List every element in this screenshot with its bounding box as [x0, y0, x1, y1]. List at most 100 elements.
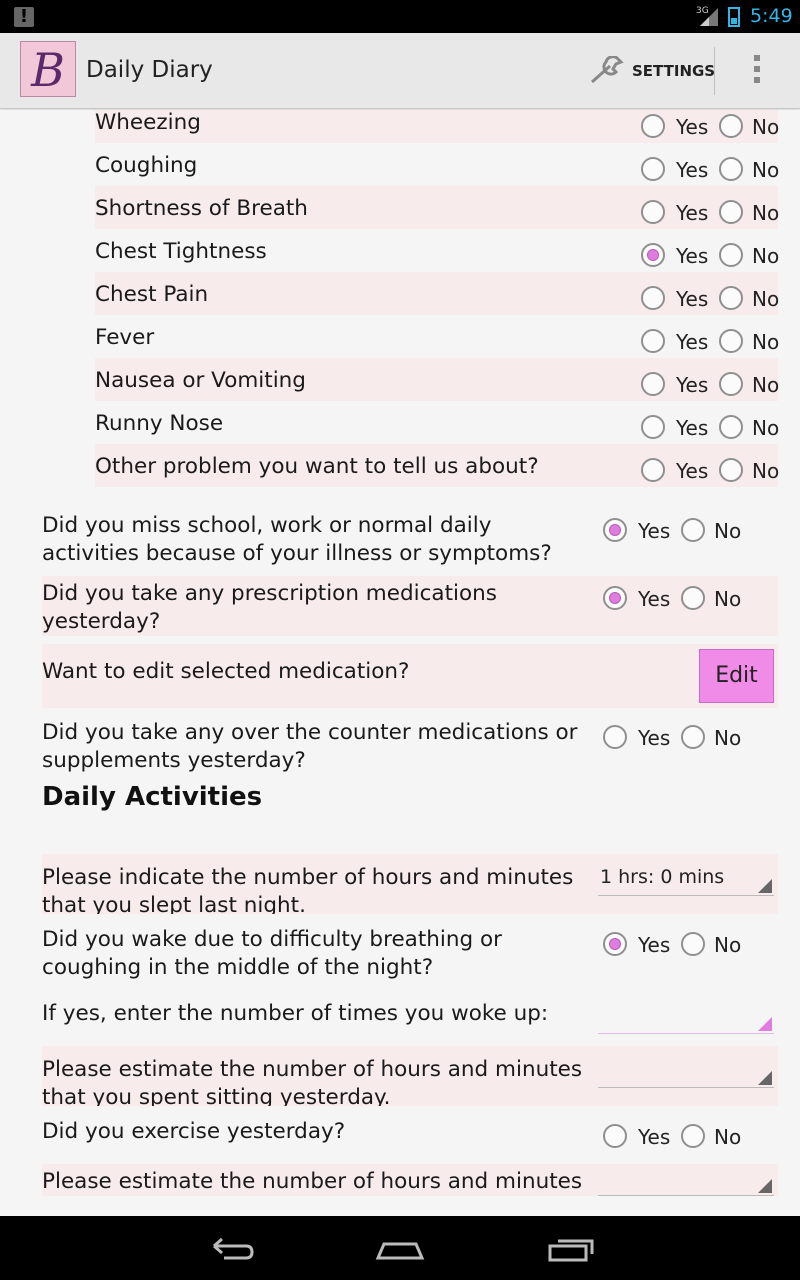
symptom-label: Fever [95, 325, 155, 350]
home-icon[interactable] [374, 1234, 426, 1264]
symptom-yes-radio[interactable] [641, 243, 665, 267]
wake-no-label: No [714, 933, 742, 957]
spinner-arrow-icon [758, 1179, 772, 1193]
back-icon[interactable] [206, 1234, 254, 1264]
sitting-duration-spinner[interactable] [598, 1050, 774, 1088]
miss-school-no-radio[interactable] [681, 518, 705, 542]
settings-button[interactable]: SETTINGS [588, 55, 715, 87]
symptom-no-label: No [752, 158, 780, 182]
symptom-yes-label: Yes [676, 158, 709, 182]
symptom-label: Nausea or Vomiting [95, 368, 306, 393]
sleep-duration-value: 1 hrs: 0 mins [600, 866, 725, 888]
symptom-yes-label: Yes [676, 330, 709, 354]
wake-yes-radio[interactable] [603, 932, 627, 956]
symptom-yes-label: Yes [676, 201, 709, 225]
otc-no-label: No [714, 726, 742, 750]
symptom-no-label: No [752, 201, 780, 225]
symptom-no-radio[interactable] [719, 243, 743, 267]
wake-times-input[interactable] [598, 996, 774, 1034]
symptom-yes-radio[interactable] [641, 372, 665, 396]
app-title: Daily Diary [86, 57, 213, 83]
action-bar: B Daily Diary SETTINGS [0, 33, 800, 109]
symptom-yes-label: Yes [676, 416, 709, 440]
symptom-yes-label: Yes [676, 459, 709, 483]
wake-times-question: If yes, enter the number of times you wo… [42, 1001, 549, 1026]
app-logo-icon[interactable]: B [20, 41, 76, 97]
symptom-no-radio[interactable] [719, 329, 743, 353]
miss-school-yes-radio[interactable] [603, 518, 627, 542]
symptom-no-radio[interactable] [719, 286, 743, 310]
symptom-no-label: No [752, 287, 780, 311]
symptom-no-label: No [752, 330, 780, 354]
symptom-no-radio[interactable] [719, 200, 743, 224]
symptom-label: Runny Nose [95, 411, 224, 436]
symptom-no-label: No [752, 373, 780, 397]
exercise-yes-label: Yes [638, 1125, 671, 1149]
sleep-duration-spinner[interactable]: 1 hrs: 0 mins [598, 858, 774, 896]
symptom-yes-radio[interactable] [641, 329, 665, 353]
symptom-no-radio[interactable] [719, 157, 743, 181]
symptom-yes-label: Yes [676, 115, 709, 139]
symptom-label: Coughing [95, 153, 198, 178]
symptom-yes-radio[interactable] [641, 415, 665, 439]
symptom-no-radio[interactable] [719, 415, 743, 439]
symptom-no-radio[interactable] [719, 372, 743, 396]
otc-yes-label: Yes [638, 726, 671, 750]
prescription-yes-radio[interactable] [603, 586, 627, 610]
symptom-yes-label: Yes [676, 373, 709, 397]
miss-school-no-label: No [714, 519, 742, 543]
wrench-icon [591, 56, 624, 84]
wake-question: Did you wake due to difficulty breathing… [42, 927, 502, 980]
daily-activities-heading: Daily Activities [42, 782, 263, 812]
input-corner-icon [758, 1017, 772, 1031]
exercise-yes-radio[interactable] [603, 1124, 627, 1148]
symptom-yes-radio[interactable] [641, 200, 665, 224]
edit-medication-question: Want to edit selected medication? [42, 659, 410, 684]
settings-label: SETTINGS [632, 62, 716, 80]
symptom-no-label: No [752, 459, 780, 483]
symptom-no-radio[interactable] [719, 458, 743, 482]
symptom-yes-radio[interactable] [641, 286, 665, 310]
symptom-no-radio[interactable] [719, 114, 743, 138]
overflow-menu-icon[interactable] [752, 55, 762, 87]
battery-icon [728, 7, 740, 27]
exercise-no-radio[interactable] [681, 1124, 705, 1148]
otc-question: Did you take any over the counter medica… [42, 720, 578, 773]
symptom-yes-label: Yes [676, 287, 709, 311]
prescription-yes-label: Yes [638, 587, 671, 611]
symptom-yes-radio[interactable] [641, 157, 665, 181]
symptom-label: Chest Pain [95, 282, 209, 307]
wake-no-radio[interactable] [681, 932, 705, 956]
navigation-bar [0, 1216, 800, 1280]
notification-alert-icon: ! [14, 7, 34, 27]
status-bar: ! 3G 5:49 [0, 0, 800, 33]
exercise-question: Did you exercise yesterday? [42, 1119, 346, 1144]
miss-school-yes-label: Yes [638, 519, 671, 543]
otc-no-radio[interactable] [681, 725, 705, 749]
exercise-no-label: No [714, 1125, 742, 1149]
symptom-label: Other problem you want to tell us about? [95, 454, 539, 479]
diary-form[interactable]: Wheezing Yes No Coughing Yes No Shortness of B… [0, 110, 800, 1216]
spinner-arrow-icon [758, 879, 772, 893]
signal-icon [700, 8, 718, 26]
symptom-yes-label: Yes [676, 244, 709, 268]
spinner-arrow-icon [758, 1071, 772, 1085]
symptom-label: Wheezing [95, 110, 201, 135]
symptom-yes-radio[interactable] [641, 114, 665, 138]
prescription-no-label: No [714, 587, 742, 611]
sitting-question: Please estimate the number of hours and … [42, 1057, 583, 1106]
exercise-time-question: Please estimate the number of hours and … [42, 1169, 583, 1194]
prescription-question: Did you take any prescription medication… [42, 581, 497, 634]
symptom-no-label: No [752, 115, 780, 139]
exercise-duration-spinner[interactable] [598, 1158, 774, 1196]
symptom-yes-radio[interactable] [641, 458, 665, 482]
symptom-label: Shortness of Breath [95, 196, 308, 221]
clock: 5:49 [750, 5, 793, 27]
otc-yes-radio[interactable] [603, 725, 627, 749]
action-divider [714, 47, 715, 95]
prescription-no-radio[interactable] [681, 586, 705, 610]
edit-medication-button[interactable]: Edit [699, 649, 774, 703]
wake-yes-label: Yes [638, 933, 671, 957]
sleep-question: Please indicate the number of hours and … [42, 865, 574, 914]
recent-apps-icon[interactable] [546, 1234, 596, 1264]
